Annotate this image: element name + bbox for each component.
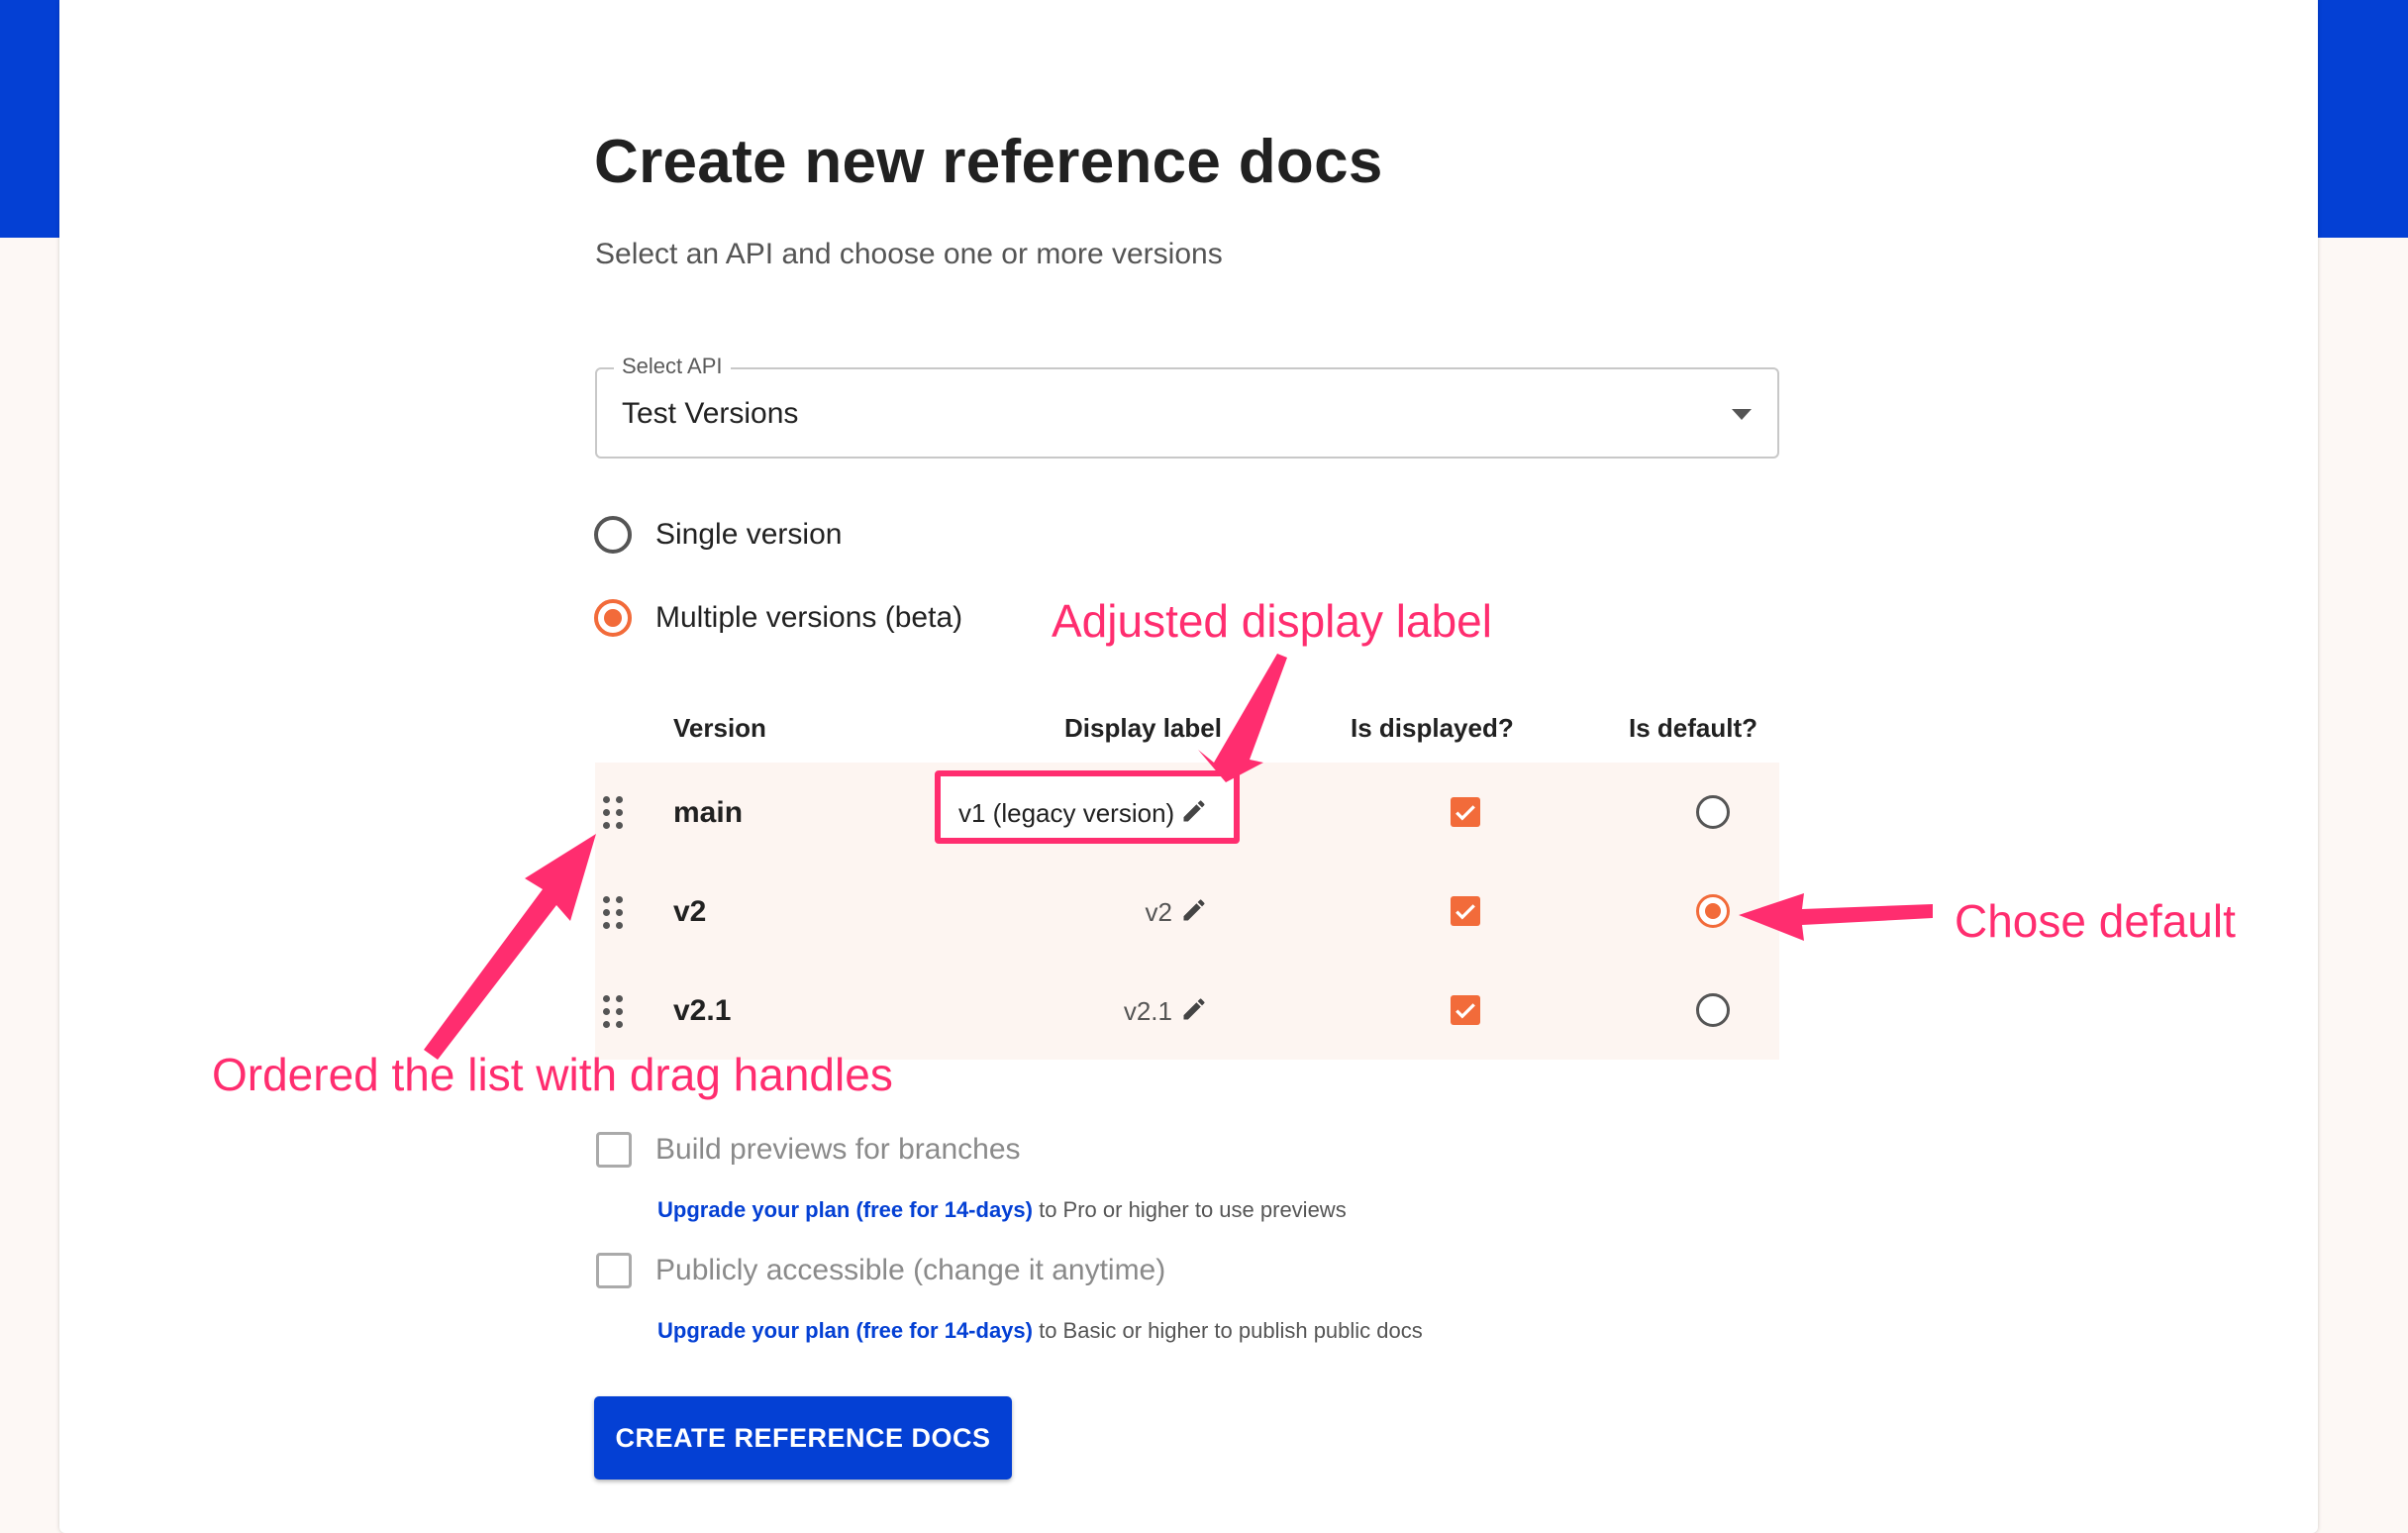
annotation-default: Chose default (1955, 895, 2236, 947)
annotation-drag-handles: Ordered the list with drag handles (212, 1049, 893, 1100)
annotation-arrow-default (1739, 893, 1933, 941)
annotation-display-label: Adjusted display label (1052, 595, 1492, 647)
annotation-arrows (424, 654, 1933, 1060)
annotation-arrow-display-label (1198, 654, 1287, 782)
annotation-arrow-drag (424, 834, 596, 1060)
